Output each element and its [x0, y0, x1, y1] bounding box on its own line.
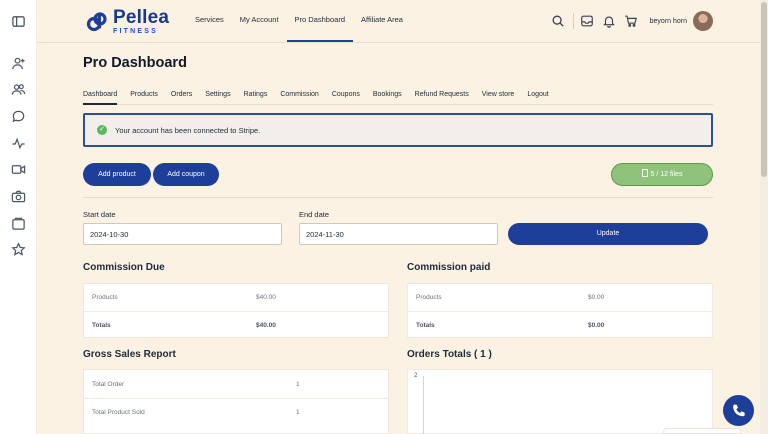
tab-orders[interactable]: Orders: [171, 86, 192, 105]
update-button[interactable]: Update: [508, 223, 708, 245]
search-icon[interactable]: [551, 14, 565, 28]
row-label: Products: [416, 294, 442, 301]
header-divider: [572, 13, 574, 29]
camera-icon[interactable]: [11, 189, 26, 204]
video-icon[interactable]: [11, 162, 26, 177]
commission-due-title: Commission Due: [83, 262, 165, 273]
files-quota-text: 5 / 12 files: [650, 171, 683, 178]
orders-totals-title: Orders Totals ( 1 ): [407, 349, 492, 360]
check-circle-icon: ✓: [97, 125, 107, 135]
y-axis-tick-label: 2: [414, 373, 418, 379]
files-quota-badge[interactable]: 5 / 12 files: [611, 163, 713, 186]
chat-widget[interactable]: [663, 428, 741, 434]
topnav-pro-dashboard[interactable]: Pro Dashboard: [286, 0, 353, 42]
top-navigation: Services My Account Pro Dashboard Affili…: [187, 0, 411, 42]
left-icon-rail: [0, 0, 37, 434]
phone-call-button[interactable]: [723, 395, 754, 426]
brand-logo-mark: [86, 11, 107, 31]
user-plus-icon[interactable]: [11, 56, 26, 71]
cart-icon[interactable]: [624, 14, 638, 28]
tab-view-store[interactable]: View store: [482, 86, 515, 105]
gross-sales-title: Gross Sales Report: [83, 349, 176, 360]
activity-icon[interactable]: [11, 136, 26, 151]
table-row: Totals $40.00: [84, 311, 388, 338]
tab-ratings[interactable]: Ratings: [244, 86, 268, 105]
row-value: $0.00: [588, 322, 605, 329]
tab-products[interactable]: Products: [130, 86, 158, 105]
brand-logo[interactable]: Pellea FITNESS: [85, 8, 169, 35]
users-icon[interactable]: [11, 82, 26, 97]
table-row: Products $0.00: [408, 284, 712, 311]
row-value: $40.00: [256, 294, 276, 301]
brand-tagline: FITNESS: [113, 28, 158, 35]
row-label: Products: [92, 294, 118, 301]
sidebar-toggle-icon[interactable]: [11, 14, 26, 29]
inbox-icon[interactable]: [580, 14, 594, 28]
tab-coupons[interactable]: Coupons: [332, 86, 360, 105]
brand-name: Pellea: [113, 7, 170, 28]
gallery-icon[interactable]: [11, 216, 26, 231]
site-header: Pellea FITNESS Services My Account Pro D…: [37, 0, 760, 42]
alert-message: Your account has been connected to Strip…: [115, 125, 261, 135]
row-label: Totals: [416, 322, 435, 329]
table-row: Total Product Sold 1: [84, 398, 388, 425]
page-title: Pro Dashboard: [83, 55, 187, 71]
bell-icon[interactable]: [602, 14, 616, 28]
tab-bookings[interactable]: Bookings: [373, 86, 402, 105]
gross-sales-card: Total Order 1 Total Product Sold 1: [83, 369, 389, 434]
file-icon: [641, 169, 648, 177]
end-date-label: End date: [299, 210, 330, 219]
phone-icon: [733, 404, 745, 417]
row-label: Totals: [92, 322, 111, 329]
header-actions: beyorn horn: [551, 0, 760, 42]
row-value: 1: [296, 381, 300, 388]
user-name[interactable]: beyorn horn: [650, 18, 687, 25]
topnav-services[interactable]: Services: [187, 0, 232, 42]
end-date-input[interactable]: [299, 223, 498, 245]
commission-paid-card: Products $0.00 Totals $0.00: [407, 283, 713, 338]
table-row: Totals $0.00: [408, 311, 712, 338]
row-value: $40.00: [256, 322, 276, 329]
tab-refund-requests[interactable]: Refund Requests: [415, 86, 469, 105]
commission-paid-title: Commission paid: [407, 262, 491, 273]
tab-settings[interactable]: Settings: [205, 86, 230, 105]
row-value: $0.00: [588, 294, 605, 301]
dashboard-tabs: Dashboard Products Orders Settings Ratin…: [83, 86, 713, 105]
start-date-input[interactable]: [83, 223, 282, 245]
page-scrollbar[interactable]: [760, 0, 768, 434]
header-bottom-border: [37, 42, 760, 43]
commission-due-card: Products $40.00 Totals $40.00: [83, 283, 389, 338]
row-label: Total Product Sold: [92, 409, 145, 416]
orders-totals-chart: 2: [407, 369, 713, 434]
table-row: Products $40.00: [84, 284, 388, 311]
chat-icon[interactable]: [11, 109, 26, 124]
start-date-label: Start date: [83, 210, 116, 219]
section-divider: [83, 197, 713, 198]
row-label: Total Order: [92, 381, 125, 388]
star-icon[interactable]: [11, 242, 26, 257]
tab-logout[interactable]: Logout: [527, 86, 548, 105]
topnav-my-account[interactable]: My Account: [232, 0, 287, 42]
stripe-connected-alert: ✓ Your account has been connected to Str…: [83, 113, 713, 147]
table-row: Total Order 1: [84, 371, 388, 398]
topnav-affiliate-area[interactable]: Affiliate Area: [353, 0, 411, 42]
row-value: 1: [296, 409, 300, 416]
y-axis-line: [423, 376, 424, 434]
tab-dashboard[interactable]: Dashboard: [83, 86, 118, 105]
add-product-button[interactable]: Add product: [83, 163, 151, 186]
scrollbar-thumb[interactable]: [761, 2, 767, 177]
tab-commission[interactable]: Commission: [280, 86, 319, 105]
avatar[interactable]: [693, 11, 713, 31]
add-coupon-button[interactable]: Add coupon: [153, 163, 219, 186]
